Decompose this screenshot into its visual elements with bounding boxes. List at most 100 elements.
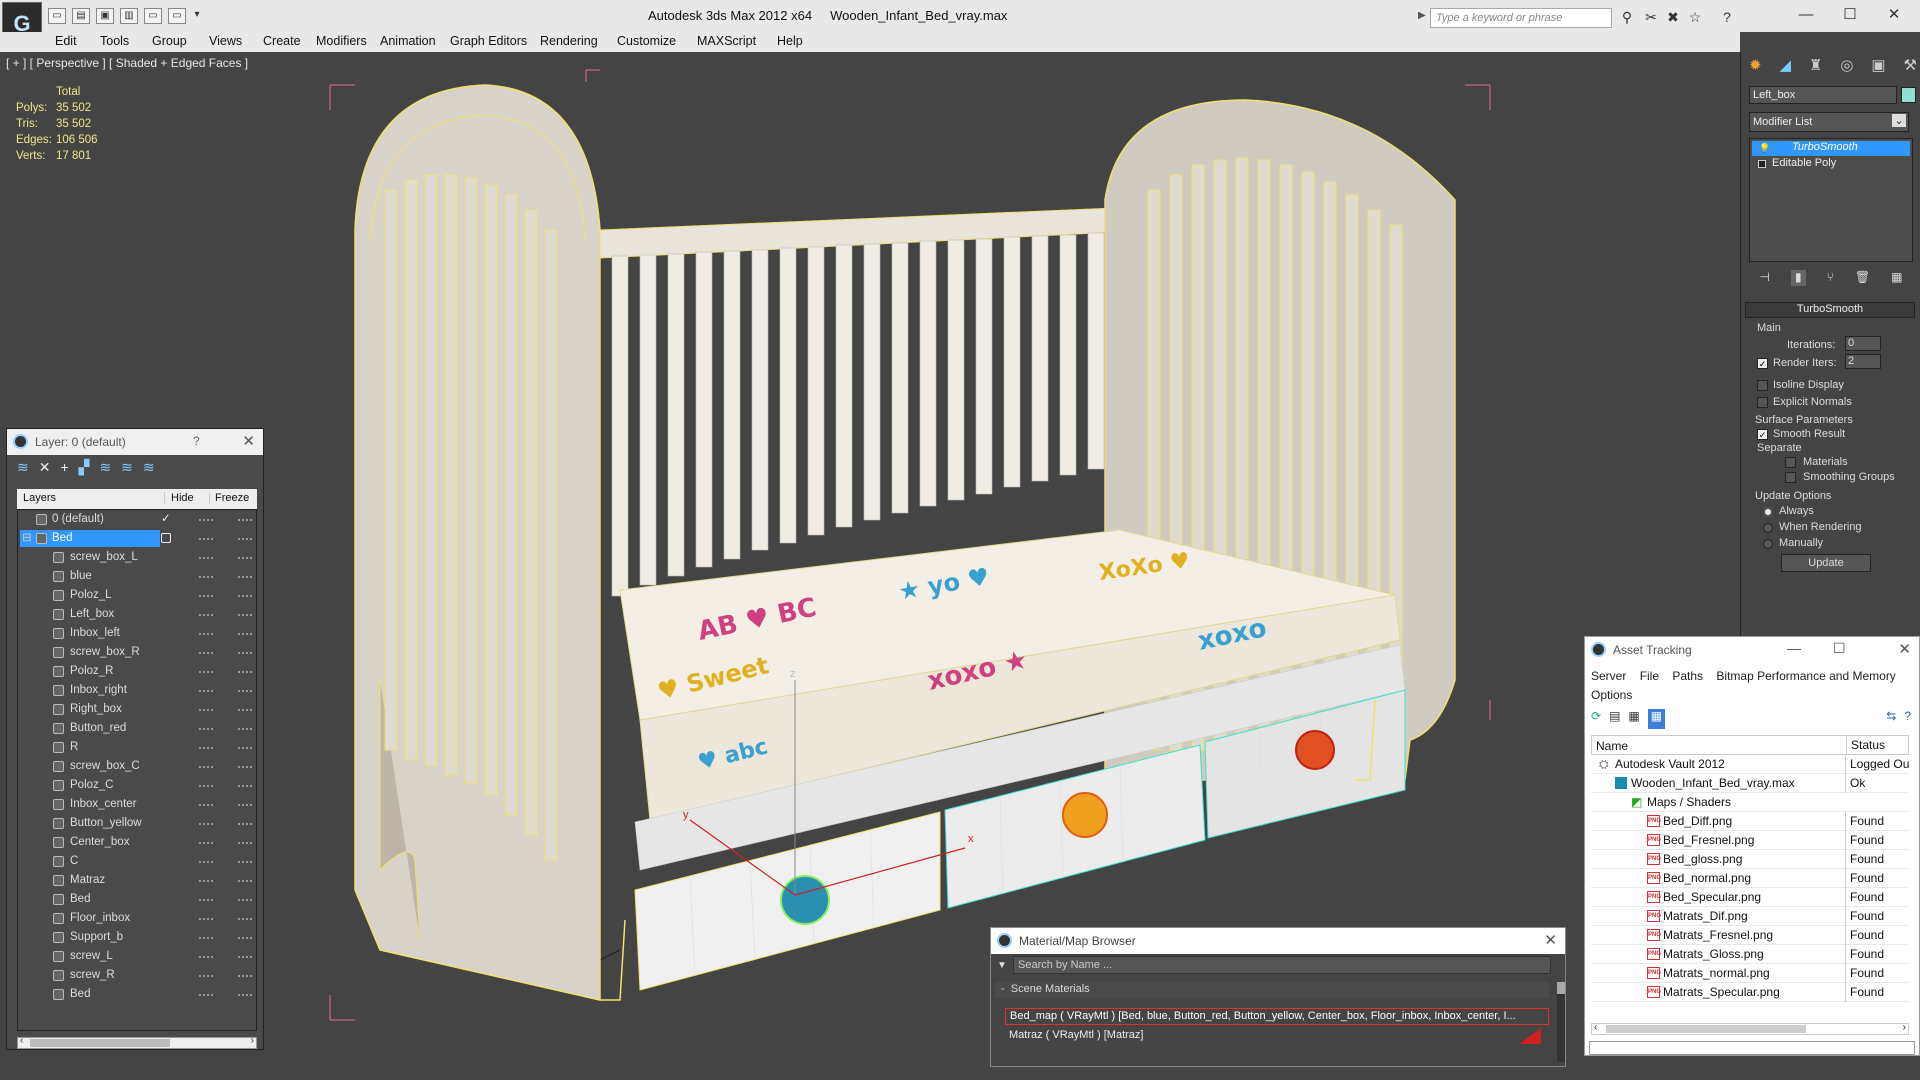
show-end-result-icon[interactable]: ▮ <box>1791 270 1806 286</box>
col-name[interactable]: Name <box>1596 739 1628 753</box>
freeze-toggle[interactable] <box>238 956 252 958</box>
material-search-input[interactable]: Search by Name ... <box>1013 956 1551 974</box>
viewport-label[interactable]: [ + ] [ Perspective ] [ Shaded + Edged F… <box>6 56 248 70</box>
hide-toggle[interactable] <box>199 595 213 597</box>
layer-object-row[interactable]: Matraz <box>18 871 254 890</box>
layer-delete-icon[interactable]: ✕ <box>39 459 51 479</box>
freeze-toggle[interactable] <box>238 804 252 806</box>
modify-tab-icon[interactable]: ◢ <box>1780 56 1792 78</box>
menu-animation[interactable]: Animation <box>380 34 436 48</box>
layer-add-icon[interactable]: + <box>60 459 68 479</box>
smooth-result-checkbox[interactable]: ✓ <box>1757 429 1768 440</box>
hide-toggle[interactable] <box>199 918 213 920</box>
freeze-toggle[interactable] <box>238 557 252 559</box>
vault-connect-icon[interactable]: ⇆ <box>1886 709 1896 729</box>
bulb-icon[interactable]: 💡 <box>1759 143 1770 153</box>
close-icon[interactable]: ✕ <box>1544 931 1557 949</box>
always-radio[interactable] <box>1763 507 1773 517</box>
asset-panel-titlebar[interactable]: Asset Tracking — ☐ ✕ <box>1585 637 1919 663</box>
freeze-toggle[interactable] <box>238 595 252 597</box>
hide-toggle[interactable] <box>199 994 213 996</box>
binoculars-icon[interactable]: ⚲ <box>1618 9 1636 25</box>
hide-toggle[interactable] <box>199 975 213 977</box>
freeze-toggle[interactable] <box>238 671 252 673</box>
layer-object-row[interactable]: screw_L <box>18 947 254 966</box>
freeze-toggle[interactable] <box>238 709 252 711</box>
display-tab-icon[interactable]: ▣ <box>1871 56 1885 78</box>
layer-select-icon[interactable]: ▞ <box>79 459 90 479</box>
isoline-checkbox[interactable] <box>1757 380 1768 391</box>
object-name-field[interactable]: Left_box <box>1749 86 1897 104</box>
freeze-toggle[interactable] <box>238 994 252 996</box>
menu-modifiers[interactable]: Modifiers <box>316 34 367 48</box>
menu-graph-editors[interactable]: Graph Editors <box>450 34 527 48</box>
quick-access-dropdown-icon[interactable]: ▾ <box>192 8 202 24</box>
subscription-icon[interactable]: ✂ <box>1642 9 1660 25</box>
layer-row-bed[interactable]: ⊟ Bed <box>18 529 254 548</box>
scene-materials-header[interactable]: - Scene Materials <box>995 982 1549 998</box>
hide-toggle[interactable] <box>199 728 213 730</box>
hide-toggle[interactable] <box>199 614 213 616</box>
layer-object-row[interactable]: Right_box <box>18 700 254 719</box>
menu-rendering[interactable]: Rendering <box>540 34 598 48</box>
asset-menu-options[interactable]: Options <box>1591 688 1632 702</box>
freeze-toggle[interactable] <box>238 899 252 901</box>
sep-materials-checkbox[interactable] <box>1785 457 1796 468</box>
help-button[interactable]: ? <box>193 434 200 448</box>
active-layer-check-icon[interactable]: ✓ <box>161 510 171 529</box>
search-expand-icon[interactable]: ▶ <box>1418 10 1426 21</box>
when-rendering-radio[interactable] <box>1763 523 1773 533</box>
list-view-icon[interactable]: ▤ <box>1609 709 1620 729</box>
freeze-toggle[interactable] <box>238 519 252 521</box>
layer-object-row[interactable]: Left_box <box>18 605 254 624</box>
freeze-toggle[interactable] <box>238 633 252 635</box>
asset-path-field[interactable] <box>1589 1041 1915 1055</box>
layer-row-default[interactable]: 0 (default) ✓ <box>18 510 254 529</box>
close-icon[interactable]: ✕ <box>1898 640 1911 658</box>
vault-help-icon[interactable]: ? <box>1904 709 1911 729</box>
asset-row[interactable]: PNG Matrats_Dif.png Found <box>1591 907 1909 926</box>
asset-row[interactable]: PNG Matrats_Specular.png Found <box>1591 983 1909 1002</box>
manually-radio[interactable] <box>1763 539 1773 549</box>
asset-row[interactable]: PNG Matrats_Fresnel.png Found <box>1591 926 1909 945</box>
object-color-swatch[interactable] <box>1901 87 1916 103</box>
layer-object-row[interactable]: Bed <box>18 890 254 909</box>
freeze-toggle[interactable] <box>238 918 252 920</box>
asset-tree[interactable]: ⛭ Autodesk Vault 2012 Logged Ou Wooden_Infa… <box>1585 755 1915 1010</box>
col-hide[interactable]: Hide <box>164 492 194 504</box>
menu-customize[interactable]: Customize <box>617 34 676 48</box>
layer-tree[interactable]: 0 (default) ✓ ⊟ Bed screw_box_L blue Poloz… <box>17 509 257 1031</box>
menu-tools[interactable]: Tools <box>100 34 129 48</box>
undo-icon[interactable]: ▭ <box>144 8 162 24</box>
table-view-icon[interactable]: ▦ <box>1647 709 1666 729</box>
layer-object-row[interactable]: Support_b <box>18 928 254 947</box>
browser-options-icon[interactable]: ▼ <box>997 960 1007 971</box>
layer-hide-icon[interactable]: ≋ <box>121 459 133 479</box>
col-freeze[interactable]: Freeze <box>209 492 249 504</box>
hide-toggle[interactable] <box>199 956 213 958</box>
layer-object-row[interactable]: R <box>18 738 254 757</box>
hide-toggle[interactable] <box>199 766 213 768</box>
menu-edit[interactable]: Edit <box>55 34 77 48</box>
scroll-thumb[interactable] <box>30 1039 170 1047</box>
asset-row[interactable]: PNG Bed_Diff.png Found <box>1591 812 1909 831</box>
redo-icon[interactable]: ▭ <box>168 8 186 24</box>
communication-icon[interactable]: ✖ <box>1664 9 1682 25</box>
hide-toggle[interactable] <box>199 937 213 939</box>
layer-object-row[interactable]: Button_red <box>18 719 254 738</box>
hide-toggle[interactable] <box>199 671 213 673</box>
layer-object-row[interactable]: Button_yellow <box>18 814 254 833</box>
freeze-toggle[interactable] <box>238 576 252 578</box>
motion-tab-icon[interactable]: ◎ <box>1840 56 1853 78</box>
utilities-tab-icon[interactable]: ⚒ <box>1904 56 1917 78</box>
project-folder-icon[interactable]: ▥ <box>120 8 138 24</box>
render-iters-spinner[interactable]: 2 <box>1845 354 1881 369</box>
pin-stack-icon[interactable]: ⊣ <box>1760 270 1770 286</box>
material-item-matraz[interactable]: Matraz ( VRayMtl ) [Matraz] <box>1005 1028 1549 1045</box>
help-icon[interactable]: ? <box>1718 9 1736 25</box>
make-unique-icon[interactable]: ⑂ <box>1827 270 1834 286</box>
menu-create[interactable]: Create <box>263 34 301 48</box>
hide-toggle[interactable] <box>199 747 213 749</box>
hide-toggle[interactable] <box>199 652 213 654</box>
freeze-toggle[interactable] <box>238 975 252 977</box>
